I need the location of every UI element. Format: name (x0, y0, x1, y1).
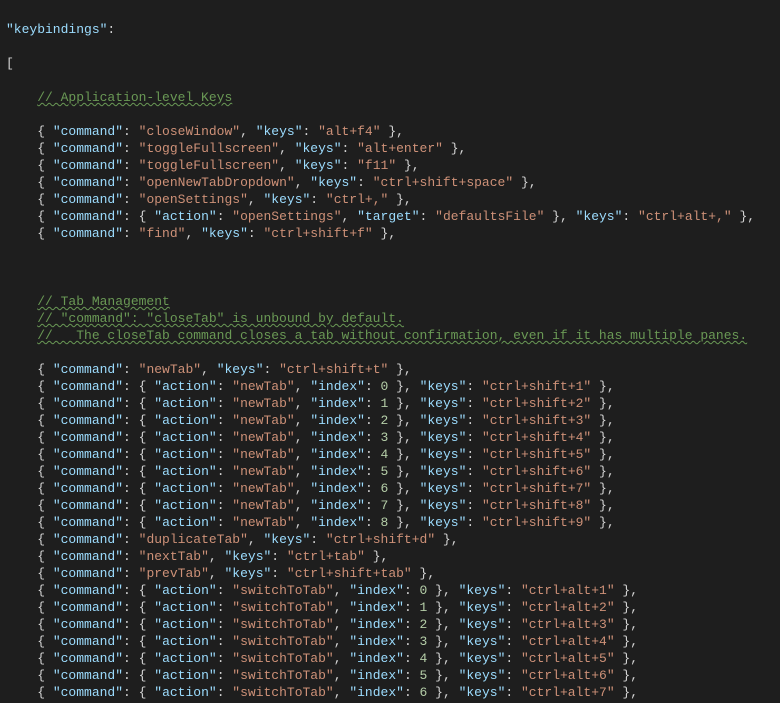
keybinding-entry: { "command": "openNewTabDropdown", "keys… (6, 174, 780, 191)
keybinding-entry: { "command": { "action": "switchToTab", … (6, 599, 780, 616)
keybinding-entry: { "command": { "action": "switchToTab", … (6, 684, 780, 701)
keybinding-entry: { "command": { "action": "newTab", "inde… (6, 412, 780, 429)
keybinding-entry: { "command": "newTab", "keys": "ctrl+shi… (6, 361, 780, 378)
keybinding-entry: { "command": { "action": "newTab", "inde… (6, 497, 780, 514)
comment-tab-mgmt: // The closeTab command closes a tab wit… (6, 327, 780, 344)
comment-tab-mgmt: // "command": "closeTab" is unbound by d… (6, 310, 780, 327)
json-root-key: "keybindings": (6, 21, 780, 38)
keybinding-entry: { "command": "openSettings", "keys": "ct… (6, 191, 780, 208)
keybinding-entry: { "command": { "action": "switchToTab", … (6, 616, 780, 633)
keybinding-entry: { "command": "toggleFullscreen", "keys":… (6, 140, 780, 157)
code-editor[interactable]: "keybindings": [ // Application-level Ke… (0, 0, 780, 703)
comment-app-level: // Application-level Keys (6, 89, 780, 106)
keybinding-entry: { "command": "prevTab", "keys": "ctrl+sh… (6, 565, 780, 582)
keybinding-entry: { "command": { "action": "newTab", "inde… (6, 378, 780, 395)
keybinding-entry: { "command": "toggleFullscreen", "keys":… (6, 157, 780, 174)
keybinding-entry: { "command": { "action": "switchToTab", … (6, 667, 780, 684)
keybinding-entry: { "command": { "action": "newTab", "inde… (6, 429, 780, 446)
keybinding-entry: { "command": { "action": "newTab", "inde… (6, 395, 780, 412)
keybinding-entry: { "command": { "action": "newTab", "inde… (6, 514, 780, 531)
keybinding-entry: { "command": "duplicateTab", "keys": "ct… (6, 531, 780, 548)
keybinding-entry: { "command": { "action": "switchToTab", … (6, 582, 780, 599)
keybinding-entry: { "command": "closeWindow", "keys": "alt… (6, 123, 780, 140)
keybinding-entry: { "command": { "action": "switchToTab", … (6, 633, 780, 650)
comment-tab-mgmt: // Tab Management (6, 293, 780, 310)
keybinding-entry: { "command": { "action": "newTab", "inde… (6, 446, 780, 463)
keybinding-entry: { "command": { "action": "newTab", "inde… (6, 480, 780, 497)
blank-line (6, 259, 780, 276)
keybinding-entry: { "command": { "action": "newTab", "inde… (6, 463, 780, 480)
json-array-open: [ (6, 55, 780, 72)
keybinding-entry: { "command": "find", "keys": "ctrl+shift… (6, 225, 780, 242)
keybinding-entry: { "command": { "action": "switchToTab", … (6, 650, 780, 667)
keybinding-entry: { "command": { "action": "openSettings",… (6, 208, 780, 225)
keybinding-entry: { "command": "nextTab", "keys": "ctrl+ta… (6, 548, 780, 565)
